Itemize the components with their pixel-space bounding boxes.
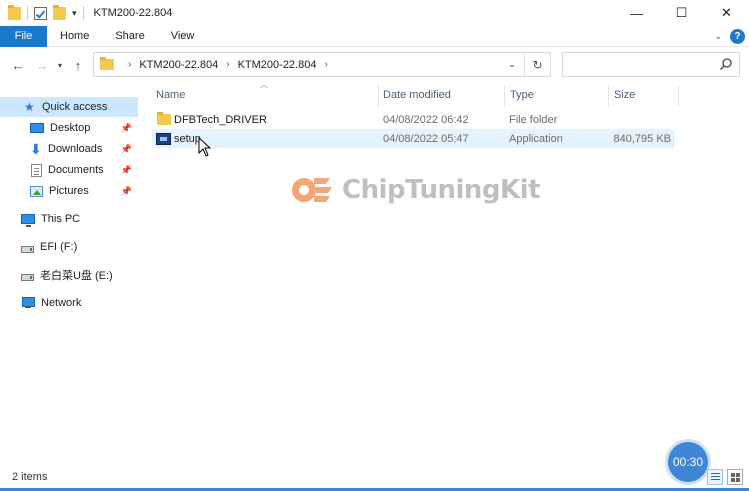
file-type: Application bbox=[509, 132, 563, 145]
pin-icon: 📌 bbox=[120, 122, 132, 133]
recording-timer[interactable]: 00:30 bbox=[668, 442, 708, 482]
downloads-icon: ⬇ bbox=[30, 140, 42, 157]
chevron-down-icon[interactable]: ⌄ bbox=[502, 53, 522, 76]
chevron-right-icon[interactable]: › bbox=[324, 59, 327, 70]
forward-arrow-icon[interactable]: → bbox=[30, 58, 54, 73]
pin-icon: 📌 bbox=[120, 185, 132, 196]
refresh-icon[interactable]: ↻ bbox=[524, 53, 550, 76]
window-title: KTM200-22.804 bbox=[93, 7, 173, 19]
toolbar-divider bbox=[27, 6, 28, 20]
new-folder-icon[interactable] bbox=[53, 4, 66, 20]
maximize-button[interactable]: ☐ bbox=[659, 0, 704, 26]
column-divider[interactable] bbox=[608, 85, 609, 107]
chiptuningkit-logo-icon bbox=[292, 178, 332, 202]
status-item-count: 2 items bbox=[12, 471, 48, 483]
title-bar: ▾ KTM200-22.804 — ☐ ✕ bbox=[0, 0, 749, 26]
file-date-modified: 04/08/2022 05:47 bbox=[383, 132, 469, 145]
column-headers: ︿ Name Date modified Type Size bbox=[148, 80, 679, 107]
desktop-icon bbox=[30, 123, 44, 133]
sidebar-item-pictures[interactable]: Pictures 📌 bbox=[0, 181, 138, 201]
pictures-icon bbox=[30, 185, 43, 197]
sidebar-item-quick-access[interactable]: ★ Quick access bbox=[0, 97, 138, 117]
file-size: 840,795 KB bbox=[613, 132, 672, 145]
column-divider[interactable] bbox=[504, 85, 505, 107]
file-row[interactable]: DFBTech_DRIVER 04/08/2022 06:42 File fol… bbox=[152, 110, 675, 129]
properties-icon[interactable] bbox=[34, 6, 47, 20]
ribbon-tabs: File Home Share View ⌄ ? bbox=[0, 25, 749, 47]
sidebar-item-this-pc[interactable]: This PC bbox=[0, 209, 80, 229]
file-date-modified: 04/08/2022 06:42 bbox=[383, 113, 469, 126]
up-arrow-icon[interactable]: ↑ bbox=[66, 58, 90, 73]
column-header-date-modified[interactable]: Date modified bbox=[383, 85, 451, 105]
address-row: ← → ▾ ↑ › KTM200-22.804 › KTM200-22.804 … bbox=[0, 48, 749, 82]
sidebar-item-downloads[interactable]: ⬇ Downloads 📌 bbox=[0, 139, 138, 159]
tab-home[interactable]: Home bbox=[47, 26, 102, 47]
column-header-name[interactable]: Name bbox=[156, 85, 185, 105]
search-icon bbox=[719, 58, 732, 71]
back-arrow-icon[interactable]: ← bbox=[6, 58, 30, 73]
folder-icon[interactable] bbox=[8, 4, 21, 20]
toolbar-divider bbox=[82, 6, 84, 20]
watermark: ChipTuningKit bbox=[290, 170, 541, 210]
quick-access-toolbar: ▾ bbox=[0, 4, 84, 20]
file-name: setup bbox=[174, 132, 201, 145]
help-icon[interactable]: ? bbox=[730, 29, 745, 44]
recent-locations-chevron-icon[interactable]: ▾ bbox=[54, 61, 66, 70]
mouse-cursor-icon bbox=[198, 137, 212, 157]
sidebar-item-efi-drive[interactable]: EFI (F:) bbox=[0, 237, 77, 257]
navigation-pane: ★ Quick access Desktop 📌 ⬇ Downloads 📌 D… bbox=[0, 86, 140, 465]
pin-icon: 📌 bbox=[120, 143, 132, 154]
sidebar-item-desktop[interactable]: Desktop 📌 bbox=[0, 118, 138, 138]
chevron-right-icon[interactable]: › bbox=[226, 59, 229, 70]
customize-toolbar-icon[interactable]: ▾ bbox=[72, 8, 77, 19]
tab-file[interactable]: File bbox=[0, 25, 47, 47]
breadcrumb-item[interactable]: KTM200-22.804 bbox=[139, 59, 218, 71]
chevron-right-icon[interactable]: › bbox=[128, 59, 131, 70]
folder-icon bbox=[100, 57, 114, 70]
network-icon bbox=[21, 297, 35, 309]
sidebar-item-network[interactable]: Network bbox=[0, 293, 81, 313]
this-pc-icon bbox=[21, 214, 35, 227]
column-header-type[interactable]: Type bbox=[510, 85, 534, 105]
address-bar[interactable]: › KTM200-22.804 › KTM200-22.804 › ⌄ ↻ bbox=[93, 52, 551, 77]
sidebar-item-usb-drive[interactable]: 老白菜U盘 (E:) bbox=[0, 265, 113, 285]
application-icon bbox=[156, 132, 171, 145]
tab-share[interactable]: Share bbox=[102, 26, 157, 47]
drive-icon bbox=[21, 245, 34, 253]
sort-ascending-icon: ︿ bbox=[260, 80, 268, 89]
pin-icon: 📌 bbox=[120, 164, 132, 175]
minimize-button[interactable]: — bbox=[614, 0, 659, 26]
large-icons-view-icon[interactable] bbox=[727, 469, 743, 485]
watermark-text: ChipTuningKit bbox=[342, 175, 541, 205]
view-switcher bbox=[707, 469, 743, 485]
sidebar-item-documents[interactable]: Documents 📌 bbox=[0, 160, 138, 180]
breadcrumb-item[interactable]: KTM200-22.804 bbox=[238, 59, 317, 71]
close-button[interactable]: ✕ bbox=[704, 0, 749, 26]
column-header-size[interactable]: Size bbox=[614, 85, 635, 105]
column-divider[interactable] bbox=[678, 85, 679, 107]
star-icon: ★ bbox=[24, 100, 35, 114]
folder-icon bbox=[157, 112, 171, 125]
file-type: File folder bbox=[509, 113, 558, 126]
column-divider[interactable] bbox=[378, 85, 379, 107]
file-row[interactable]: setup 04/08/2022 05:47 Application 840,7… bbox=[152, 129, 675, 148]
search-input[interactable] bbox=[562, 52, 740, 77]
chevron-down-icon[interactable]: ⌄ bbox=[714, 31, 722, 42]
file-name: DFBTech_DRIVER bbox=[174, 113, 267, 126]
details-view-icon[interactable] bbox=[707, 469, 723, 485]
tab-view[interactable]: View bbox=[158, 26, 208, 47]
drive-icon bbox=[21, 273, 34, 281]
documents-icon bbox=[31, 163, 42, 177]
